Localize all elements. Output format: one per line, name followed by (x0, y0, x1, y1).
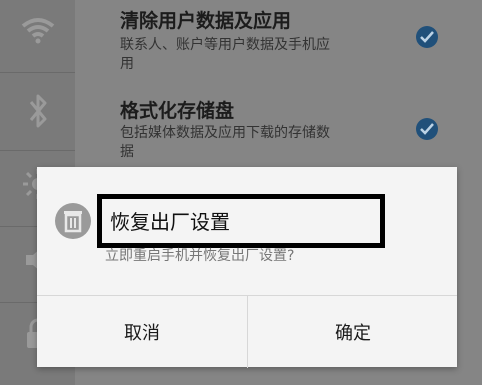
factory-reset-dialog: 恢复出厂设置 立即重启手机并恢复出厂设置? 取消 确定 (37, 167, 457, 368)
option-desc-line: 据 (120, 144, 134, 160)
checkbox-format-storage[interactable] (416, 118, 438, 140)
checkbox-clear-data[interactable] (416, 26, 438, 48)
option-title-clear-data: 清除用户数据及应用 (120, 10, 292, 32)
cancel-button[interactable]: 取消 (37, 296, 247, 368)
option-desc-line: 用 (120, 56, 134, 72)
dialog-title-highlight: 恢复出厂设置 (97, 194, 385, 248)
option-desc-format-storage: 包括媒体数据及应用下载的存储数 据 (120, 124, 410, 162)
wifi-icon[interactable] (0, 16, 75, 44)
dialog-message: 立即重启手机并恢复出厂设置? (105, 248, 295, 264)
confirm-button[interactable]: 确定 (248, 296, 458, 368)
dialog-button-row: 取消 确定 (37, 295, 457, 368)
bluetooth-icon[interactable] (0, 92, 75, 130)
dialog-title: 恢复出厂设置 (110, 210, 230, 234)
rail-divider (0, 150, 75, 151)
option-desc-line: 联系人、账户等用户数据及手机应 (120, 37, 330, 53)
option-desc-line: 包括媒体数据及应用下载的存储数 (120, 125, 330, 141)
checkmark-icon (420, 31, 434, 43)
checkmark-icon (420, 123, 434, 135)
rail-divider (0, 72, 75, 73)
option-desc-clear-data: 联系人、账户等用户数据及手机应 用 (120, 36, 410, 74)
option-title-format-storage: 格式化存储盘 (120, 100, 235, 122)
trash-icon (55, 203, 91, 239)
